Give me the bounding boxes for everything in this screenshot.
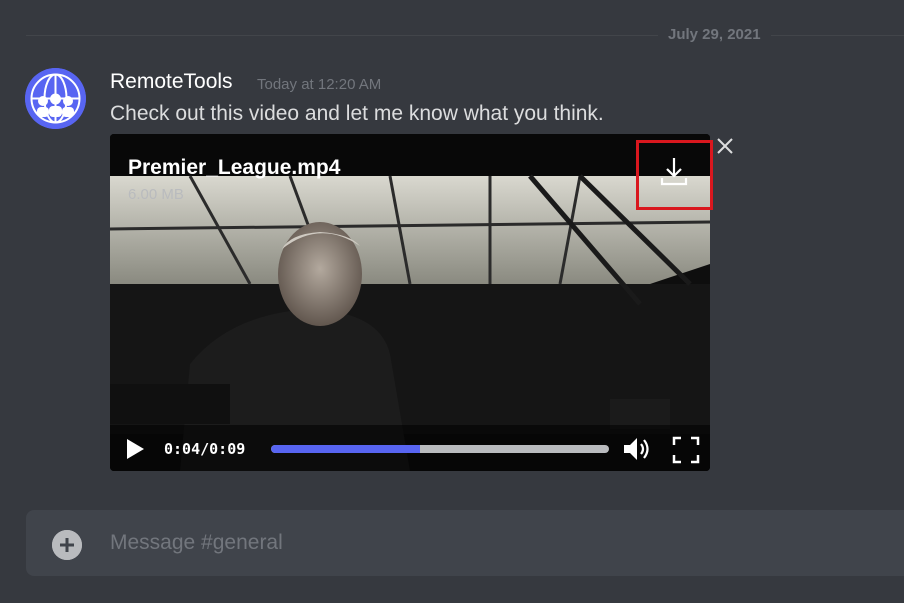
duration: 0:09 (209, 440, 246, 458)
download-icon (660, 158, 688, 186)
video-frame (110, 134, 710, 471)
progress-fill (271, 445, 420, 453)
video-file-name: Premier_League.mp4 (128, 156, 341, 179)
download-button[interactable] (658, 154, 690, 190)
message-composer (26, 510, 904, 576)
current-time: 0:04 (164, 440, 201, 458)
message-timestamp: Today at 12:20 AM (257, 76, 382, 93)
divider-line (26, 35, 904, 36)
play-button[interactable] (124, 437, 146, 461)
video-attachment[interactable]: Premier_League.mp4 6.00 MB 0:04/0:09 (110, 134, 710, 471)
fullscreen-button[interactable] (672, 436, 700, 464)
time-separator: / (200, 440, 210, 458)
date-label: July 29, 2021 (658, 26, 771, 43)
message-input[interactable] (110, 528, 890, 558)
progress-bar[interactable] (271, 445, 609, 453)
video-file-size: 6.00 MB (128, 186, 184, 203)
volume-icon (624, 438, 649, 460)
close-icon (717, 138, 733, 154)
message-author[interactable]: RemoteTools (110, 70, 233, 94)
play-icon (127, 439, 144, 459)
volume-button[interactable] (622, 435, 654, 463)
message-text: Check out this video and let me know wha… (110, 102, 604, 125)
globe-people-avatar-icon (25, 68, 86, 129)
add-attachment-button[interactable] (52, 530, 82, 560)
remove-attachment-button[interactable] (714, 135, 736, 157)
fullscreen-icon (672, 436, 700, 464)
avatar[interactable] (25, 68, 86, 129)
video-controls: 0:04/0:09 (110, 425, 710, 471)
video-time: 0:04/0:09 (164, 440, 245, 458)
plus-circle-icon (52, 530, 82, 560)
